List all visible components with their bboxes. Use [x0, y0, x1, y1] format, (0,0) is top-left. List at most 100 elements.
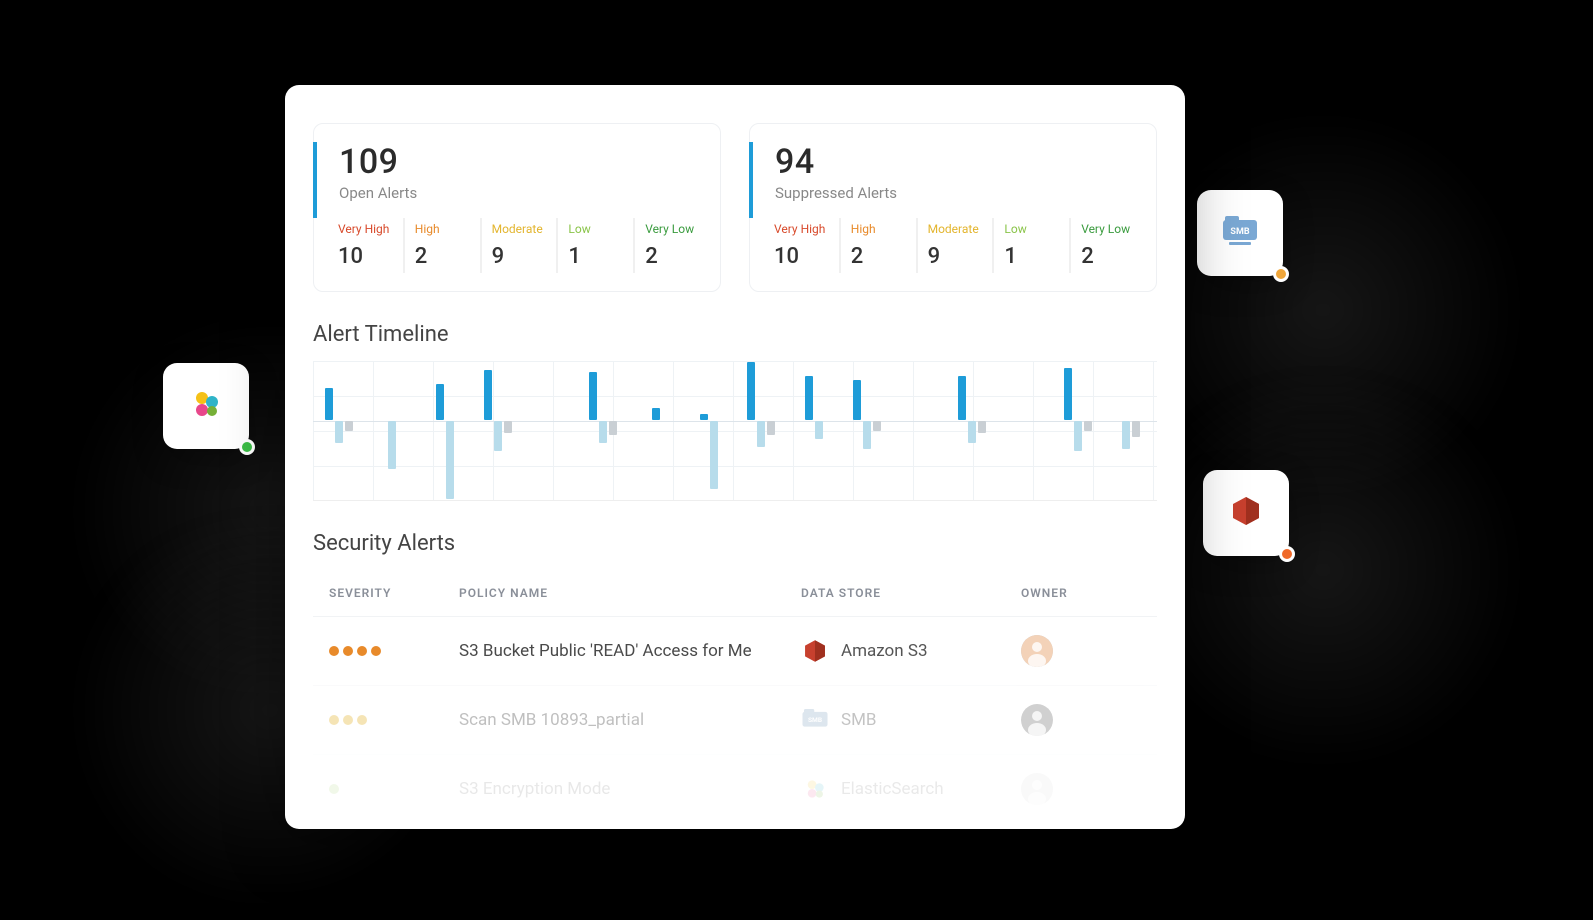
data-store-cell: SMB SMB [801, 706, 1021, 734]
timeline-tick [682, 361, 735, 500]
severity-high[interactable]: High 2 [839, 218, 916, 273]
table-row[interactable]: S3 Bucket Public 'READ' Access for MeAma… [313, 616, 1157, 685]
timeline-tick [630, 361, 683, 500]
timeline-tick [366, 361, 419, 500]
severity-dot [343, 715, 353, 725]
bar-suppressed-a [446, 421, 454, 499]
severity-label: Very Low [645, 222, 700, 236]
timeline-tick [419, 361, 472, 500]
elastic-icon [801, 775, 829, 803]
severity-count: 2 [1081, 244, 1136, 269]
timeline-tick [893, 361, 946, 500]
severity-count: 2 [645, 244, 700, 269]
data-store-name: ElasticSearch [841, 779, 944, 799]
table-header-row: SEVERITY POLICY NAME DATA STORE OWNER [313, 570, 1157, 616]
bar-suppressed-a [815, 421, 823, 439]
bar-suppressed-b [1084, 421, 1092, 431]
owner-avatar[interactable] [1021, 704, 1053, 736]
timeline-tick [1104, 361, 1157, 500]
col-data-store[interactable]: DATA STORE [801, 586, 1021, 600]
timeline-tick [735, 361, 788, 500]
timeline-title: Alert Timeline [285, 292, 1185, 361]
aws-s3-icon [801, 637, 829, 665]
severity-count: 1 [568, 244, 623, 269]
severity-dot [329, 646, 339, 656]
bar-suppressed-a [1074, 421, 1082, 451]
bar-suppressed-a [757, 421, 765, 447]
severity-label: Moderate [928, 222, 983, 236]
severity-label: High [851, 222, 906, 236]
policy-name: S3 Encryption Mode [459, 779, 801, 799]
severity-low[interactable]: Low 1 [992, 218, 1069, 273]
timeline-tick [577, 361, 630, 500]
data-store-cell: Amazon S3 [801, 637, 1021, 665]
severity-dot [371, 646, 381, 656]
security-alerts-table: SEVERITY POLICY NAME DATA STORE OWNER S3… [285, 570, 1185, 829]
smb-icon: SMB [801, 706, 829, 734]
data-store-name: SMB [841, 710, 877, 730]
severity-dots [329, 784, 459, 794]
bar-suppressed-a [335, 421, 343, 443]
open-alerts-label: Open Alerts [339, 184, 698, 202]
bar-open [805, 376, 813, 420]
severity-label: Very High [774, 222, 829, 236]
bar-suppressed-a [599, 421, 607, 443]
owner-avatar[interactable] [1021, 773, 1053, 805]
bar-suppressed-b [978, 421, 986, 433]
status-dot [239, 439, 255, 455]
policy-name: S3 Bucket Public 'READ' Access for Me [459, 641, 801, 661]
severity-count: 2 [851, 244, 906, 269]
bar-open [589, 372, 597, 420]
bar-suppressed-b [873, 421, 881, 431]
bar-suppressed-a [710, 421, 718, 489]
severity-very-low[interactable]: Very Low 2 [633, 218, 710, 273]
bar-open [700, 414, 708, 420]
severity-very-high[interactable]: Very High10 [324, 218, 403, 273]
severity-count: 9 [492, 244, 547, 269]
severity-count: 10 [774, 244, 829, 269]
severity-count: 2 [415, 244, 470, 269]
severity-dots [329, 646, 459, 656]
chart-bars [313, 361, 1157, 500]
severity-dot [357, 715, 367, 725]
suppressed-alerts-count: 94 [775, 142, 1134, 182]
open-alerts-count: 109 [339, 142, 698, 182]
col-severity[interactable]: SEVERITY [329, 586, 459, 600]
severity-dots [329, 715, 459, 725]
severity-moderate[interactable]: Moderate9 [480, 218, 557, 273]
severity-count: 1 [1004, 244, 1059, 269]
severity-moderate[interactable]: Moderate9 [916, 218, 993, 273]
severity-very-high[interactable]: Very High 10 [760, 218, 839, 273]
bar-suppressed-b [609, 421, 617, 435]
table-row[interactable]: Scan SMB 10893_partialSMBSMB [313, 685, 1157, 754]
integration-tile-elastic [163, 363, 249, 449]
severity-low[interactable]: Low 1 [556, 218, 633, 273]
bar-open [436, 384, 444, 420]
severity-label: Low [568, 222, 623, 236]
severity-count: 10 [338, 244, 393, 269]
suppressed-alerts-card[interactable]: 94 Suppressed Alerts Very High 10 High 2 Mod… [749, 123, 1157, 292]
col-policy-name[interactable]: POLICY NAME [459, 586, 801, 600]
bar-open [484, 370, 492, 420]
owner-avatar[interactable] [1021, 635, 1053, 667]
severity-dot [329, 715, 339, 725]
timeline-tick [841, 361, 894, 500]
timeline-tick [313, 361, 366, 500]
table-row[interactable]: S3 Encryption Mode ElasticSearch [313, 754, 1157, 823]
open-alerts-severity-row: Very High10 High 2 Moderate9 Low 1 Very Low 2 [314, 218, 720, 273]
aws-s3-icon [1229, 494, 1263, 532]
timeline-tick [524, 361, 577, 500]
integration-tile-s3 [1203, 470, 1289, 556]
severity-high[interactable]: High 2 [403, 218, 480, 273]
suppressed-alerts-severity-row: Very High 10 High 2 Moderate9 Low 1 Very Low 2 [750, 218, 1156, 273]
status-dot [1279, 546, 1295, 562]
severity-label: Low [1004, 222, 1059, 236]
suppressed-alerts-label: Suppressed Alerts [775, 184, 1134, 202]
severity-label: High [415, 222, 470, 236]
severity-label: Very Low [1081, 222, 1136, 236]
col-owner[interactable]: OWNER [1021, 586, 1141, 600]
open-alerts-card[interactable]: 109 Open Alerts Very High10High2Moderate… [313, 123, 721, 292]
severity-very-low[interactable]: Very Low 2 [1069, 218, 1146, 273]
alert-timeline-chart [313, 361, 1157, 501]
dashboard-card: 109 Open Alerts Very High10High2Moderate… [285, 85, 1185, 829]
